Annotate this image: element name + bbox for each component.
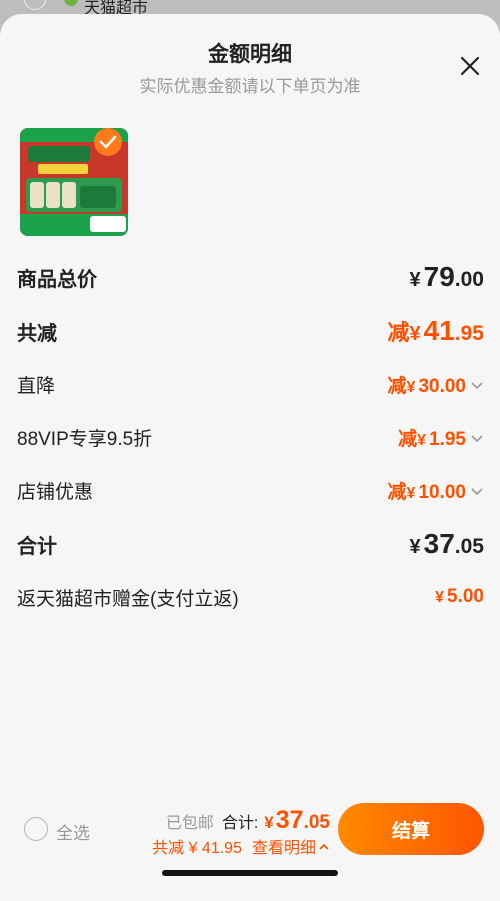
amount-value: 10.00	[418, 481, 466, 503]
discount-total-label: 共减	[17, 322, 57, 345]
discount-prefix: 减	[398, 428, 418, 450]
store-discount-label: 店铺优惠	[17, 481, 94, 503]
footer-total: 已包邮 合计: ¥37.05	[166, 806, 330, 835]
amount-integer: 41	[423, 315, 455, 346]
amount-integer: 37	[423, 528, 455, 559]
checkout-bar: 全选 已包邮 合计: ¥37.05 共减 ¥ 41.95 查看明细 结算	[0, 784, 500, 864]
select-all-radio[interactable]	[24, 817, 48, 841]
row-total-price: 商品总价 ¥79.00	[17, 257, 484, 297]
sum-label: 合计	[17, 535, 57, 558]
currency-symbol: ¥	[406, 378, 416, 396]
rebate-amount: ¥5.00	[435, 586, 484, 608]
sum-amount: ¥37.05	[410, 528, 484, 560]
home-indicator	[162, 870, 338, 876]
row-vip-discount[interactable]: 88VIP专享9.5折 减 ¥1.95	[17, 417, 484, 457]
row-rebate: 返天猫超市赠金(支付立返) ¥5.00	[17, 577, 484, 617]
row-discount-total: 共减 减 ¥41.95	[17, 311, 484, 351]
footer-total-label: 合计:	[221, 815, 259, 832]
close-icon[interactable]	[458, 54, 482, 78]
discount-total-amount: 减 ¥41.95	[388, 315, 485, 347]
vip-discount-label: 88VIP专享9.5折	[17, 428, 153, 450]
discount-prefix: 减	[387, 481, 407, 503]
amount-value: 30.00	[418, 375, 466, 397]
currency-symbol: ¥	[409, 323, 421, 345]
store-discount-amount: 减 ¥10.00	[388, 477, 484, 504]
currency-symbol: ¥	[264, 813, 274, 832]
view-detail-link[interactable]: 查看明细	[252, 834, 330, 858]
currency-symbol: ¥	[409, 536, 421, 558]
direct-discount-label: 直降	[17, 375, 56, 397]
currency-symbol: ¥	[409, 269, 421, 291]
direct-discount-amount: 减 ¥30.00	[388, 371, 484, 398]
discount-prefix: 减	[387, 320, 410, 345]
amount-decimal: .05	[303, 812, 330, 833]
currency-symbol: ¥	[417, 431, 427, 449]
amount-integer: 79	[423, 261, 455, 292]
row-store-discount[interactable]: 店铺优惠 减 ¥10.00	[17, 470, 484, 510]
free-shipping-label: 已包邮	[165, 815, 214, 832]
background-radio	[24, 0, 46, 10]
product-thumbnail[interactable]	[20, 128, 128, 236]
currency-symbol: ¥	[435, 589, 445, 606]
total-price-label: 商品总价	[17, 268, 97, 291]
sheet-title: 金额明细	[208, 43, 292, 66]
currency-symbol: ¥	[406, 484, 416, 502]
amount-decimal: .95	[454, 322, 484, 345]
chevron-down-icon[interactable]	[470, 484, 484, 498]
total-price-amount: ¥79.00	[410, 261, 484, 293]
vip-discount-amount: 减 ¥1.95	[398, 424, 484, 451]
chevron-down-icon[interactable]	[470, 378, 484, 392]
amount-value: 5.00	[447, 586, 484, 607]
footer-discount-line: 共减 ¥ 41.95 查看明细	[152, 834, 330, 858]
amount-decimal: .00	[454, 268, 484, 291]
view-detail-label: 查看明细	[251, 840, 316, 857]
chevron-down-icon[interactable]	[470, 431, 484, 445]
row-direct-discount[interactable]: 直降 减 ¥30.00	[17, 364, 484, 404]
amount-detail-sheet: 金额明细 实际优惠金额请以下单页为准 商品总价 ¥79.00 共减 减 ¥ 41…	[0, 14, 500, 901]
select-all-label[interactable]: 全选	[56, 819, 90, 844]
amount-integer: 37	[275, 806, 304, 834]
tmall-icon	[64, 0, 78, 6]
checkout-button[interactable]: 结算	[338, 803, 484, 855]
footer-total-amount: ¥37.05	[264, 806, 330, 835]
rebate-label: 返天猫超市赠金(支付立返)	[17, 588, 239, 610]
row-sum: 合计 ¥37.05	[17, 524, 484, 564]
chevron-up-icon	[318, 840, 330, 852]
amount-value: 1.95	[429, 428, 466, 450]
footer-discount-summary: 共减 ¥ 41.95	[152, 840, 242, 857]
sheet-subtitle: 实际优惠金额请以下单页为准	[139, 77, 361, 96]
amount-decimal: .05	[454, 535, 484, 558]
discount-prefix: 减	[387, 375, 407, 397]
